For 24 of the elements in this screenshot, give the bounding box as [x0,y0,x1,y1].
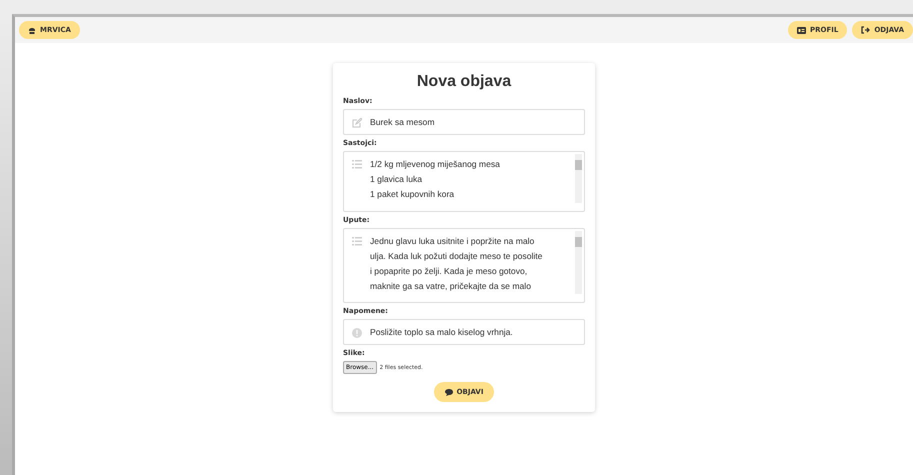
scrollbar[interactable] [575,231,582,294]
text-area[interactable]: Posližite toplo sa malo kiselog vrhnja. [343,319,585,345]
field-text: 1/2 kg mljevenog miješanog mesa [370,158,500,171]
info-icon [352,328,362,338]
list-icon [352,160,362,169]
scrollbar[interactable] [575,154,582,203]
field-text: ulja. Kada luk požuti dodajte meso te posolite [370,250,542,263]
edit-icon [352,118,362,128]
hat-icon [28,26,36,34]
field-text: Jednu glavu luka usitnite i popržite na malo [370,235,536,248]
text-area[interactable]: 1/2 kg mljevenog miješanog mesa 1 glavica luka 1 paket kupovnih kora [343,151,585,212]
form-title: Nova objava [416,73,512,91]
logout-icon [861,26,870,34]
text-area[interactable]: Jednu glavu luka usitnite i popržite na malo ulja. Kada luk požuti dodajte meso te posolite i popaprite po želji. Kada je meso gotovo, maknite ga sa vatre, pričekajte da se malo [343,228,585,303]
field-text: 1 paket kupovnih kora [370,188,456,201]
comment-icon [444,388,453,396]
field-text: i popaprite po želji. Kada je meso gotovo, [370,265,528,278]
id-card-icon [797,26,806,34]
field-text: Burek sa mesom [370,116,434,129]
text-area[interactable]: Burek sa mesom [343,109,585,135]
list-icon [352,237,362,246]
field-text: 1 glavica luka [370,173,424,186]
field-text: maknite ga sa vatre, pričekajte da se malo [370,280,532,293]
field-text: Posližite toplo sa malo kiselog vrhnja. [370,326,513,339]
